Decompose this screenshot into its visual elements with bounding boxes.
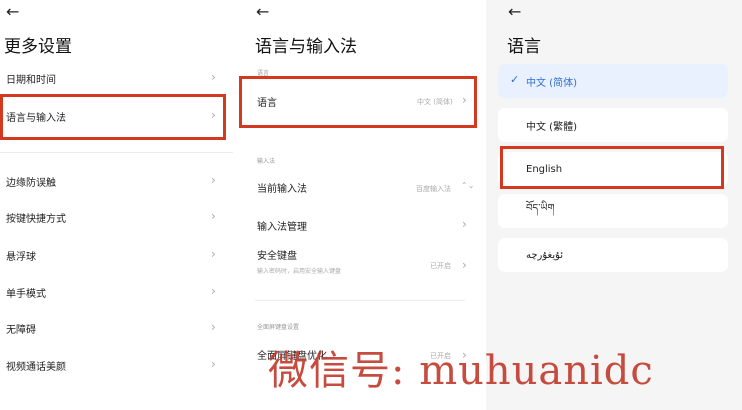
item-label: 语言 bbox=[257, 97, 277, 109]
item-label: 单手模式 bbox=[6, 288, 46, 300]
ime-manage-row[interactable]: 输入法管理 bbox=[257, 210, 307, 240]
section-header-input: 输入法 bbox=[257, 158, 276, 165]
divider bbox=[255, 300, 465, 301]
secure-keyboard-row[interactable]: 安全键盘 bbox=[257, 244, 297, 264]
language-value: 中文 (简体) bbox=[417, 98, 453, 106]
item-label: 悬浮球 bbox=[6, 251, 36, 263]
secure-keyboard-value: 已开启 bbox=[430, 262, 451, 270]
watermark-text: 微信号: muhuanidc bbox=[268, 348, 654, 394]
item-label: 输入法管理 bbox=[257, 221, 307, 233]
back-arrow-icon[interactable]: ← bbox=[508, 2, 521, 21]
updown-icon: ⌃⌄ bbox=[461, 181, 475, 190]
page-title: 更多设置 bbox=[4, 37, 72, 57]
settings-item-key-shortcuts[interactable]: 按键快捷方式 bbox=[6, 202, 66, 232]
settings-item-language-input[interactable]: 语言与输入法 bbox=[6, 101, 66, 131]
language-option-zh-hans[interactable]: ✓ 中文 (简体) bbox=[498, 64, 728, 98]
language-setting-row[interactable]: 语言 bbox=[257, 86, 277, 116]
back-arrow-icon[interactable]: ← bbox=[256, 2, 269, 21]
language-option-zh-hant[interactable]: 中文 (繁體) bbox=[498, 108, 728, 142]
current-ime-value: 百度输入法 bbox=[416, 185, 451, 193]
page-title: 语言与输入法 bbox=[255, 37, 357, 57]
item-label: 无障碍 bbox=[6, 324, 36, 336]
option-label: བོད་ཡིག bbox=[526, 203, 555, 214]
chevron-right-icon: › bbox=[211, 173, 216, 187]
settings-item-video-beauty[interactable]: 视频通话美颜 bbox=[6, 350, 66, 380]
chevron-right-icon: › bbox=[211, 70, 216, 84]
current-ime-row[interactable]: 当前输入法 bbox=[257, 172, 307, 202]
back-arrow-icon[interactable]: ← bbox=[6, 2, 19, 21]
chevron-right-icon: › bbox=[211, 320, 216, 334]
language-option-english[interactable]: English bbox=[498, 152, 728, 186]
item-label: 边缘防误触 bbox=[6, 177, 56, 189]
chevron-right-icon: › bbox=[211, 209, 216, 223]
section-header-language: 语言 bbox=[257, 70, 270, 77]
more-settings-panel: ← 更多设置 日期和时间 › 语言与输入法 › 边缘防误触 › 按键快捷方式 ›… bbox=[0, 0, 233, 410]
item-label: 视频通话美颜 bbox=[6, 361, 66, 373]
item-label: 当前输入法 bbox=[257, 183, 307, 195]
checkmark-icon: ✓ bbox=[510, 73, 520, 86]
item-label: 按键快捷方式 bbox=[6, 213, 66, 225]
item-label: 语言与输入法 bbox=[6, 112, 66, 124]
chevron-right-icon: › bbox=[211, 108, 216, 122]
item-label: 安全键盘 bbox=[257, 250, 297, 262]
chevron-right-icon: › bbox=[211, 357, 216, 371]
secure-keyboard-subtitle: 输入密码时，启用安全输入键盘 bbox=[257, 268, 342, 275]
section-header-fullscreen: 全面屏键盘设置 bbox=[257, 324, 300, 331]
option-label: 中文 (简体) bbox=[526, 77, 577, 89]
divider bbox=[0, 152, 233, 153]
language-option-tibetan[interactable]: བོད་ཡིག bbox=[498, 194, 728, 228]
chevron-right-icon: › bbox=[211, 284, 216, 298]
language-option-uyghur[interactable]: ئۇيغۇرچە bbox=[498, 238, 728, 272]
settings-item-one-hand[interactable]: 单手模式 bbox=[6, 277, 46, 307]
chevron-right-icon: › bbox=[462, 258, 467, 272]
page-title: 语言 bbox=[507, 37, 541, 57]
option-label: ئۇيغۇرچە bbox=[526, 249, 564, 261]
settings-item-accessibility[interactable]: 无障碍 bbox=[6, 313, 36, 343]
option-label: English bbox=[526, 163, 563, 175]
chevron-right-icon: › bbox=[462, 93, 467, 107]
item-label: 日期和时间 bbox=[6, 74, 56, 86]
settings-item-floating-ball[interactable]: 悬浮球 bbox=[6, 240, 36, 270]
chevron-right-icon: › bbox=[211, 247, 216, 261]
settings-item-edge-touch[interactable]: 边缘防误触 bbox=[6, 166, 56, 196]
chevron-right-icon: › bbox=[462, 217, 467, 231]
settings-item-date-time[interactable]: 日期和时间 bbox=[6, 63, 56, 93]
option-label: 中文 (繁體) bbox=[526, 121, 577, 133]
